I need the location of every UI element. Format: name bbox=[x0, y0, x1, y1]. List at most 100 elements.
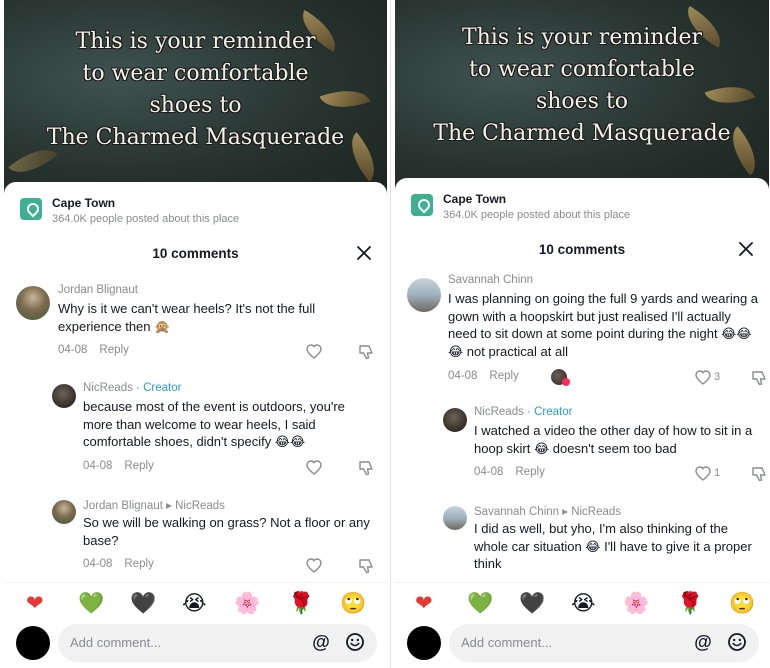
comment-date: 04-08 bbox=[83, 460, 113, 472]
comment-meta: 04-08 Reply bbox=[83, 460, 154, 472]
reply-button[interactable]: Reply bbox=[124, 558, 153, 570]
comment-text: So we will be walking on grass? Not a fl… bbox=[83, 515, 370, 548]
heart-icon[interactable] bbox=[306, 460, 322, 475]
emoji-eye-roll[interactable]: 🙄 bbox=[340, 591, 366, 615]
heart-icon[interactable] bbox=[695, 370, 711, 385]
emoji-smile-icon[interactable] bbox=[345, 632, 365, 652]
emoji-eye-roll[interactable]: 🙄 bbox=[729, 591, 755, 615]
comment-item: Jordan Blignaut Why is it we can't wear … bbox=[4, 280, 387, 360]
comment-input[interactable]: Add comment... @ bbox=[449, 624, 759, 662]
comment-author[interactable]: Jordan Blignaut bbox=[58, 284, 138, 296]
emoji-green-heart[interactable]: 💚 bbox=[467, 591, 493, 615]
dislike-icon[interactable] bbox=[358, 344, 374, 360]
comment-date: 04-08 bbox=[83, 558, 113, 570]
comment-date: 04-08 bbox=[448, 370, 478, 382]
current-user-avatar bbox=[16, 626, 50, 660]
avatar[interactable] bbox=[16, 286, 50, 320]
dislike-icon[interactable] bbox=[751, 370, 767, 386]
avatar[interactable] bbox=[52, 384, 76, 408]
heart-icon[interactable] bbox=[695, 466, 711, 481]
caption-line: to wear comfortable bbox=[469, 57, 695, 82]
comment-author[interactable]: NicReads · Creator bbox=[474, 406, 572, 418]
comment-author[interactable]: Savannah Chinn bbox=[448, 274, 533, 286]
dislike-icon[interactable] bbox=[358, 558, 374, 574]
video-background[interactable]: This is your reminder to wear comfortabl… bbox=[395, 0, 769, 192]
comment-input[interactable]: Add comment... @ bbox=[58, 624, 377, 662]
emoji-crying[interactable]: 😭 bbox=[182, 591, 207, 615]
video-background[interactable]: This is your reminder to wear comfortabl… bbox=[4, 0, 387, 196]
emoji-black-heart[interactable]: 🖤 bbox=[519, 591, 545, 615]
right-screenshot: This is your reminder to wear comfortabl… bbox=[395, 0, 769, 668]
current-user-avatar bbox=[407, 626, 441, 660]
reply-button[interactable]: Reply bbox=[515, 466, 544, 478]
dislike-icon[interactable] bbox=[751, 466, 767, 482]
emoji-red-heart[interactable]: ❤ bbox=[415, 591, 433, 615]
caption-line: shoes to bbox=[149, 93, 242, 118]
comments-count-title: 10 comments bbox=[538, 242, 626, 257]
close-icon[interactable] bbox=[355, 244, 373, 262]
like-count: 3 bbox=[714, 371, 721, 383]
emoji-rose[interactable]: 🌹 bbox=[677, 591, 703, 615]
emoji-smile-icon[interactable] bbox=[727, 632, 747, 652]
emoji-quick-bar: ❤ 💚 🖤 😭 🌸 🌹 🙄 bbox=[4, 582, 387, 622]
author-name: NicReads bbox=[83, 382, 133, 394]
author-name: NicReads bbox=[474, 406, 524, 418]
avatar[interactable] bbox=[407, 278, 441, 312]
comment-meta: 04-08 Reply bbox=[83, 558, 154, 570]
avatar[interactable] bbox=[443, 506, 467, 530]
comment-text: I was planning on going the full 9 yards… bbox=[448, 291, 759, 359]
comment-list: Savannah Chinn I was planning on going t… bbox=[395, 266, 769, 576]
caption-line: This is your reminder bbox=[461, 25, 703, 50]
reply-item: Savannah Chinn ▸ NicReads I did as well,… bbox=[395, 502, 769, 572]
comment-meta: 04-08 Reply bbox=[474, 466, 545, 478]
emoji-black-heart[interactable]: 🖤 bbox=[130, 591, 156, 615]
comment-meta: 04-08 Reply bbox=[58, 344, 129, 356]
comment-meta: 04-08 Reply bbox=[448, 370, 519, 382]
left-screenshot: This is your reminder to wear comfortabl… bbox=[4, 0, 387, 668]
comment-text: I watched a video the other day of how t… bbox=[474, 423, 753, 456]
caption-line: This is your reminder bbox=[75, 29, 316, 54]
caption-line: The Charmed Masquerade bbox=[433, 121, 731, 146]
avatar[interactable] bbox=[443, 408, 467, 432]
location-link[interactable]: Cape Town 364.0K people posted about thi… bbox=[411, 190, 753, 224]
reply-button[interactable]: Reply bbox=[124, 460, 153, 472]
comment-item: Savannah Chinn I was planning on going t… bbox=[395, 270, 769, 388]
dislike-icon[interactable] bbox=[358, 460, 374, 476]
comment-list: Jordan Blignaut Why is it we can't wear … bbox=[4, 270, 387, 576]
emoji-crying[interactable]: 😭 bbox=[571, 591, 596, 615]
location-subtitle: 364.0K people posted about this place bbox=[52, 213, 240, 225]
location-link[interactable]: Cape Town 364.0K people posted about thi… bbox=[20, 194, 371, 228]
video-caption: This is your reminder to wear comfortabl… bbox=[395, 22, 769, 150]
location-name: Cape Town bbox=[52, 196, 116, 210]
comments-sheet: Cape Town 364.0K people posted about thi… bbox=[395, 178, 769, 668]
heart-icon[interactable] bbox=[306, 344, 322, 359]
heart-icon[interactable] bbox=[306, 558, 322, 573]
location-pin-icon bbox=[20, 198, 42, 220]
mention-at-icon[interactable]: @ bbox=[693, 632, 713, 652]
creator-liked-avatar bbox=[551, 369, 570, 386]
close-icon[interactable] bbox=[737, 240, 755, 258]
comments-count-title: 10 comments bbox=[152, 246, 239, 261]
comment-input-row: Add comment... @ bbox=[395, 622, 769, 668]
emoji-green-heart[interactable]: 💚 bbox=[78, 591, 104, 615]
emoji-blossom[interactable]: 🌸 bbox=[623, 591, 649, 615]
comment-author[interactable]: Savannah Chinn ▸ NicReads bbox=[474, 504, 621, 518]
caption-line: The Charmed Masquerade bbox=[46, 125, 345, 150]
caption-line: to wear comfortable bbox=[82, 61, 309, 86]
video-caption: This is your reminder to wear comfortabl… bbox=[4, 26, 387, 154]
comment-author[interactable]: NicReads · Creator bbox=[83, 382, 181, 394]
avatar[interactable] bbox=[52, 500, 76, 524]
emoji-blossom[interactable]: 🌸 bbox=[234, 591, 260, 615]
reply-item: Jordan Blignaut ▸ NicReads So we will be… bbox=[4, 496, 387, 576]
comment-text: Why is it we can't wear heels? It's not … bbox=[58, 301, 316, 334]
mention-at-icon[interactable]: @ bbox=[311, 632, 331, 652]
caption-line: shoes to bbox=[535, 89, 629, 114]
reply-button[interactable]: Reply bbox=[489, 370, 518, 382]
emoji-red-heart[interactable]: ❤ bbox=[26, 591, 44, 615]
comment-text: I did as well, but yho, I'm also thinkin… bbox=[474, 521, 752, 571]
location-pin-icon bbox=[411, 194, 433, 216]
comment-author[interactable]: Jordan Blignaut ▸ NicReads bbox=[83, 498, 225, 512]
emoji-rose[interactable]: 🌹 bbox=[288, 591, 314, 615]
reply-button[interactable]: Reply bbox=[99, 344, 128, 356]
comment-date: 04-08 bbox=[58, 344, 88, 356]
